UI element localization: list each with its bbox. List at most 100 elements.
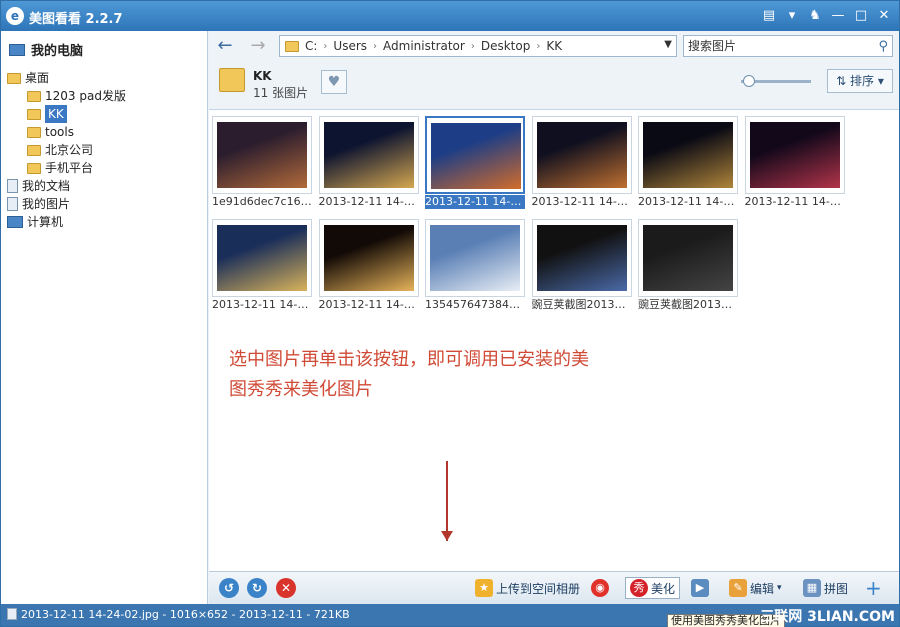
maximize-icon[interactable]: □ <box>852 7 870 25</box>
sidebar-item[interactable]: 计算机 <box>7 213 205 231</box>
path-segment[interactable]: Users <box>333 39 367 53</box>
sidebar-item[interactable]: 手机平台 <box>7 159 205 177</box>
sidebar-item[interactable]: KK <box>7 105 205 123</box>
sort-label: 排序 <box>850 74 875 88</box>
upload-label: 上传到空间相册 <box>496 581 581 596</box>
pictures-icon <box>7 197 18 211</box>
edit-label: 编辑 <box>750 581 775 596</box>
sidebar-item[interactable]: tools <box>7 123 205 141</box>
thumbnail-image <box>323 225 414 291</box>
path-separator-icon[interactable]: › <box>323 41 327 52</box>
path-separator-icon[interactable]: › <box>373 41 377 52</box>
edit-brush-icon: ✎ <box>729 579 747 597</box>
bottom-toolbar: ↺ ↻ ✕ ★ 上传到空间相册 ◉ 秀 美化 ▶ ✎ 编辑 ▾ ▦ 拼图 + <box>209 571 899 604</box>
menu-icon[interactable]: ▾ <box>783 7 801 25</box>
rotate-left-icon[interactable]: ↺ <box>219 578 239 598</box>
thumbnail-caption: 2013-12-11 14-2... <box>318 195 419 208</box>
folder-icon <box>27 90 41 102</box>
thumbnail-caption: 1e91d6dec7c163... <box>212 195 312 208</box>
weibo-icon: ◉ <box>591 579 609 597</box>
path-breadcrumb[interactable]: C: › Users › Administrator › Desktop › KK ▼ <box>279 35 677 57</box>
sidebar-item-label: tools <box>45 125 74 139</box>
app-window: e 美图看看 2.2.7 ▤ ▾ ♞ — □ ✕ 我的电脑 桌面 1203 pad… <box>0 0 900 627</box>
computer-icon <box>9 43 25 56</box>
folder-icon <box>7 72 21 84</box>
thumbnail-frame <box>531 219 632 297</box>
thumbnail-caption: 1354576473843.j... <box>425 298 525 311</box>
forward-arrow-icon[interactable]: → <box>247 35 269 57</box>
slideshow-icon: ▶ <box>691 579 709 597</box>
edit-dropdown-icon[interactable]: ▾ <box>777 583 782 593</box>
main-panel: ← → C: › Users › Administrator › Desktop › KK ▼ 搜… <box>209 31 899 604</box>
thumbnail-image <box>643 122 733 188</box>
thumbnail-item[interactable]: 2013-12-11 14-2... <box>425 116 525 216</box>
sidebar-item-label: 北京公司 <box>45 143 94 157</box>
favorite-heart-button[interactable]: ♥ <box>321 70 347 94</box>
thumbnail-item[interactable]: 豌豆荚截图20131... <box>531 219 632 319</box>
thumbnail-image <box>749 122 840 188</box>
add-plus-icon[interactable]: + <box>865 576 882 600</box>
back-arrow-icon[interactable]: ← <box>214 35 236 57</box>
weibo-share-button[interactable]: ◉ <box>591 577 609 599</box>
thumbnail-frame <box>425 219 525 297</box>
thumbnail-item[interactable]: 豌豆荚截图20131... <box>638 219 738 319</box>
slideshow-button[interactable]: ▶ <box>691 577 709 599</box>
path-dropdown-icon[interactable]: ▼ <box>664 39 672 50</box>
path-segment[interactable]: C: <box>305 39 317 53</box>
folder-icon <box>27 162 41 174</box>
thumbnail-item[interactable]: 2013-12-11 14-2... <box>318 219 419 319</box>
path-segment[interactable]: Administrator <box>383 39 465 53</box>
sidebar-item-label: 1203 pad发版 <box>45 89 126 103</box>
thumbnail-frame <box>212 116 312 194</box>
document-icon <box>7 179 18 193</box>
rotate-right-icon[interactable]: ↻ <box>247 578 267 598</box>
sidebar-item[interactable]: 我的图片 <box>7 195 205 213</box>
computer-icon <box>7 216 23 228</box>
annotation-text: 选中图片再单击该按钮，即可调用已安装的美 图秀秀来美化图片 <box>229 345 679 405</box>
status-text: 2013-12-11 14-24-02.jpg - 1016×652 - 201… <box>21 608 350 621</box>
annotation-line-2: 图秀秀来美化图片 <box>229 379 373 400</box>
annotation-line-1: 选中图片再单击该按钮，即可调用已安装的美 <box>229 349 589 370</box>
path-segment[interactable]: KK <box>546 39 562 53</box>
sidebar-item[interactable]: 桌面 <box>7 69 205 87</box>
thumbnail-grid: 1e91d6dec7c163... 2013-12-11 14-2... 2013-… <box>209 109 899 571</box>
path-segment[interactable]: Desktop <box>481 39 531 53</box>
my-computer-header[interactable]: 我的电脑 <box>9 40 83 59</box>
thumbnail-item[interactable]: 2013-12-11 14-2... <box>744 116 845 216</box>
thumbnail-item[interactable]: 2013-12-11 14-2... <box>212 219 312 319</box>
title-bar[interactable]: e 美图看看 2.2.7 ▤ ▾ ♞ — □ ✕ <box>1 1 899 31</box>
thumbnail-frame <box>638 219 738 297</box>
sidebar-item[interactable]: 1203 pad发版 <box>7 87 205 105</box>
folder-info-bar: KK 11 张图片 ♥ ⇅ 排序 ▾ <box>209 63 899 107</box>
thumbnail-image <box>217 225 307 291</box>
thumbnail-item[interactable]: 2013-12-11 14-2... <box>531 116 632 216</box>
thumbnail-item[interactable]: 1354576473843.j... <box>425 219 525 319</box>
close-icon[interactable]: ✕ <box>875 7 893 25</box>
feedback-icon[interactable]: ▤ <box>760 7 778 25</box>
delete-icon[interactable]: ✕ <box>276 578 296 598</box>
sort-button[interactable]: ⇅ 排序 ▾ <box>827 69 893 93</box>
sidebar-item[interactable]: 我的文档 <box>7 177 205 195</box>
collage-button[interactable]: ▦ 拼图 <box>803 577 848 599</box>
sidebar-item-label: 桌面 <box>25 71 50 85</box>
sidebar-item-label: 我的图片 <box>22 197 71 211</box>
folder-icon <box>285 40 299 52</box>
beautify-button[interactable]: 秀 美化 <box>625 577 681 599</box>
minimize-icon[interactable]: — <box>829 7 847 25</box>
collage-icon: ▦ <box>803 579 821 597</box>
zoom-slider-knob[interactable] <box>743 75 755 87</box>
search-input[interactable]: 搜索图片 ⚲ <box>683 35 893 57</box>
thumbnail-item[interactable]: 2013-12-11 14-2... <box>638 116 738 216</box>
path-separator-icon[interactable]: › <box>536 41 540 52</box>
sidebar-item-label: 我的文档 <box>22 179 71 193</box>
folder-tree: 桌面 1203 pad发版 KK tools 北京公司手机平台我的文档我的图片计算机 <box>7 69 205 231</box>
search-placeholder: 搜索图片 <box>688 39 737 53</box>
edit-button[interactable]: ✎ 编辑 ▾ <box>729 577 782 599</box>
search-icon[interactable]: ⚲ <box>878 37 888 57</box>
thumbnail-item[interactable]: 1e91d6dec7c163... <box>212 116 312 216</box>
path-separator-icon[interactable]: › <box>471 41 475 52</box>
thumbnail-item[interactable]: 2013-12-11 14-2... <box>318 116 419 216</box>
upload-album-button[interactable]: ★ 上传到空间相册 <box>475 577 580 599</box>
skin-icon[interactable]: ♞ <box>806 7 824 25</box>
sidebar-item[interactable]: 北京公司 <box>7 141 205 159</box>
